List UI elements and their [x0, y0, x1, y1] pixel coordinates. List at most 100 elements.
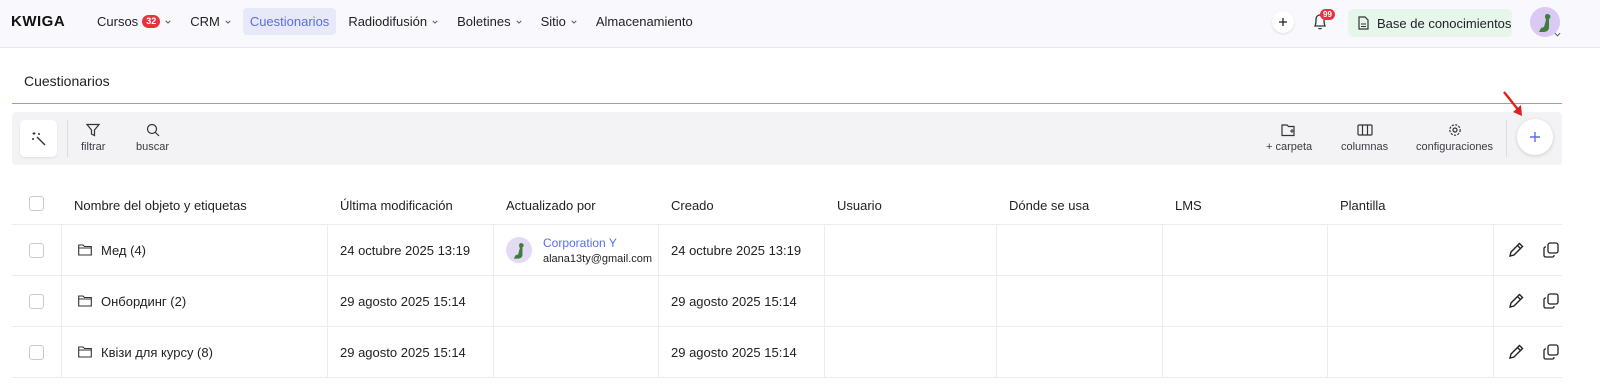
nav-item-label: Cuestionarios: [249, 14, 330, 29]
folder-name[interactable]: Онбординг (2): [101, 294, 186, 309]
quiz-table: Nombre del objeto y etiquetas Última mod…: [12, 186, 1562, 378]
created-cell: 29 agosto 2025 15:14: [671, 344, 797, 360]
nav-item-label: Almacenamiento: [595, 14, 693, 29]
name-cell[interactable]: Мед (4): [78, 225, 146, 275]
create-quiz-button[interactable]: [1517, 119, 1553, 155]
row-checkbox-cell: [29, 225, 44, 275]
modified-cell: 29 agosto 2025 15:14: [340, 344, 466, 360]
nav-item-label: Boletines: [457, 14, 511, 29]
nav-item-label: Radiodifusión: [348, 14, 428, 29]
row-checkbox-cell: [29, 276, 44, 326]
folder-icon: [78, 346, 92, 358]
toolbar-separator: [67, 120, 68, 157]
column-header-created[interactable]: Creado: [671, 186, 714, 224]
page-title: Cuestionarios: [24, 73, 110, 89]
select-all-checkbox-cell: [29, 184, 44, 222]
modified-cell: 29 agosto 2025 15:14: [340, 293, 466, 309]
magic-wand-icon: [31, 131, 45, 145]
column-header-template[interactable]: Plantilla: [1340, 186, 1386, 224]
chevron-down-icon: [516, 20, 522, 24]
toolbar: filtrar buscar + carpeta columnas config…: [12, 112, 1562, 165]
settings-label: configuraciones: [1416, 141, 1494, 153]
row-checkbox[interactable]: [29, 293, 44, 309]
created-cell: 29 agosto 2025 15:14: [671, 293, 797, 309]
settings-button[interactable]: configuraciones: [1416, 123, 1493, 153]
duplicate-button[interactable]: [1542, 225, 1560, 275]
copy-icon: [1543, 293, 1559, 309]
nav-item-almacenamiento[interactable]: Almacenamiento: [589, 8, 700, 35]
title-underline: [12, 103, 1562, 104]
edit-button[interactable]: [1507, 225, 1525, 275]
magic-wand-button[interactable]: [20, 120, 57, 157]
document-icon: [1358, 16, 1369, 30]
knowledge-base-label: Base de conocimientos: [1377, 15, 1512, 31]
main-nav: Cursos 32 CRM Cuestionarios Radiodifusió…: [90, 8, 705, 35]
search-icon: [146, 123, 159, 137]
nav-item-boletines[interactable]: Boletines: [450, 8, 528, 35]
chevron-down-icon: [432, 20, 438, 24]
chevron-down-icon: [165, 20, 171, 24]
search-label: buscar: [136, 141, 170, 153]
table-row[interactable]: Квізи для курсу (8) 29 agosto 2025 15:14…: [12, 327, 1562, 378]
toolbar-separator: [1506, 120, 1507, 157]
folder-name[interactable]: Мед (4): [101, 243, 146, 258]
chevron-down-icon: [571, 20, 577, 24]
red-arrow-annotation-icon: [1503, 91, 1522, 116]
filter-button[interactable]: filtrar: [81, 123, 105, 153]
updated-by-email: alana13ty@gmail.com: [543, 252, 652, 265]
plus-icon: [1530, 132, 1540, 142]
knowledge-base-button[interactable]: Base de conocimientos: [1348, 9, 1512, 37]
search-button[interactable]: buscar: [136, 123, 169, 153]
duplicate-button[interactable]: [1542, 276, 1560, 326]
row-checkbox[interactable]: [29, 344, 44, 360]
column-header-where-used[interactable]: Dónde se usa: [1009, 186, 1089, 224]
nav-item-label: Cursos: [97, 14, 139, 29]
modified-cell: 24 octubre 2025 13:19: [340, 242, 471, 258]
pencil-icon: [1509, 293, 1524, 308]
nav-item-cuestionarios[interactable]: Cuestionarios: [242, 8, 337, 35]
name-cell[interactable]: Онбординг (2): [78, 276, 186, 326]
table-row[interactable]: Мед (4) 24 octubre 2025 13:19 Corporatio…: [12, 225, 1562, 276]
pencil-icon: [1509, 242, 1524, 257]
folder-name[interactable]: Квізи для курсу (8): [101, 345, 213, 360]
filter-label: filtrar: [81, 141, 106, 153]
column-header-user[interactable]: Usuario: [837, 186, 882, 224]
quick-add-button[interactable]: [1272, 11, 1294, 33]
updated-by-name[interactable]: Corporation Y: [543, 236, 652, 250]
avatar: [506, 237, 532, 263]
add-folder-label: + carpeta: [1266, 141, 1313, 153]
table-header-row: Nombre del objeto y etiquetas Última mod…: [12, 186, 1562, 225]
row-checkbox[interactable]: [29, 242, 44, 258]
brand-logo[interactable]: KWIGA: [11, 13, 65, 30]
add-folder-button[interactable]: + carpeta: [1266, 123, 1312, 153]
table-row[interactable]: Онбординг (2) 29 agosto 2025 15:14 29 ag…: [12, 276, 1562, 327]
edit-button[interactable]: [1507, 327, 1525, 377]
gear-icon: [1448, 124, 1461, 136]
column-header-modified[interactable]: Última modificación: [340, 186, 453, 224]
top-navbar: KWIGA Cursos 32 CRM Cuestionarios Radiod…: [0, 0, 1600, 48]
chevron-down-icon: [225, 20, 231, 24]
columns-button[interactable]: columnas: [1341, 123, 1388, 153]
dinosaur-avatar-icon: [513, 243, 524, 259]
folder-icon: [78, 295, 92, 307]
plus-icon: [1279, 18, 1287, 26]
duplicate-button[interactable]: [1542, 327, 1560, 377]
chevron-down-icon[interactable]: [1554, 31, 1561, 38]
nav-item-radiodifusion[interactable]: Radiodifusión: [341, 8, 445, 35]
copy-icon: [1543, 242, 1559, 258]
edit-button[interactable]: [1507, 276, 1525, 326]
created-cell: 24 octubre 2025 13:19: [671, 242, 802, 258]
folder-icon: [78, 244, 92, 256]
column-header-lms[interactable]: LMS: [1175, 186, 1202, 224]
nav-item-crm[interactable]: CRM: [183, 8, 238, 35]
pencil-icon: [1509, 344, 1524, 359]
nav-item-cursos[interactable]: Cursos 32: [90, 8, 178, 35]
copy-icon: [1543, 344, 1559, 360]
column-header-updated-by[interactable]: Actualizado por: [506, 186, 596, 224]
nav-item-sitio[interactable]: Sitio: [534, 8, 584, 35]
name-cell[interactable]: Квізи для курсу (8): [78, 327, 213, 377]
column-header-name[interactable]: Nombre del objeto y etiquetas: [74, 186, 247, 224]
select-all-checkbox[interactable]: [29, 196, 44, 211]
notifications-badge: 99: [1320, 9, 1335, 20]
nav-item-label: Sitio: [540, 14, 566, 29]
